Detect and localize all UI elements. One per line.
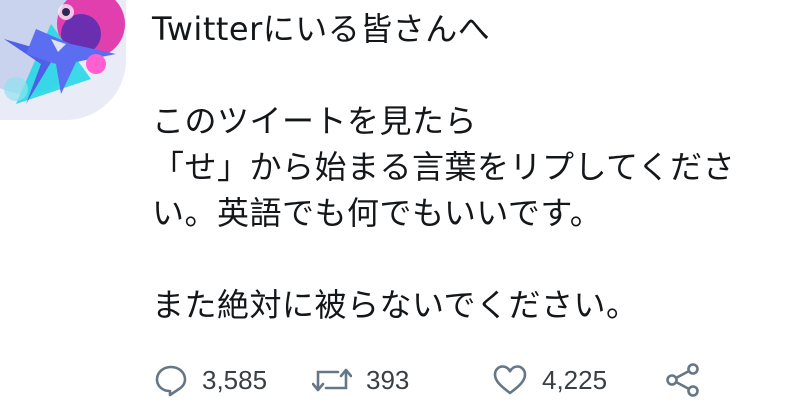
retweet-button[interactable]: 393 (312, 360, 409, 400)
tweet-text: Twitterにいる皆さんへ このツイートを見たら 「せ」から始まる言葉をリプし… (152, 6, 792, 328)
reply-icon (154, 363, 188, 397)
tweet-line: また絶対に被らないでください。 (152, 286, 639, 324)
reply-count: 3,585 (202, 364, 268, 395)
retweet-count: 393 (366, 364, 410, 395)
tweet-actions: 3,585 393 4,225 (154, 360, 754, 400)
tweet-line: い。英語でも何でもいいです。 (152, 194, 603, 232)
share-icon (664, 363, 702, 397)
like-count: 4,225 (542, 364, 608, 395)
tweet-line: このツイートを見たら (152, 102, 478, 140)
like-button[interactable]: 4,225 (492, 360, 607, 400)
reply-button[interactable]: 3,585 (154, 360, 267, 400)
share-button[interactable] (664, 360, 702, 400)
avatar[interactable] (0, 0, 126, 120)
tweet-line: Twitterにいる皆さんへ (152, 10, 491, 48)
tweet-line: 「せ」から始まる言葉をリプしてくださ (152, 148, 736, 186)
heart-icon (492, 363, 528, 397)
retweet-icon (312, 363, 352, 397)
